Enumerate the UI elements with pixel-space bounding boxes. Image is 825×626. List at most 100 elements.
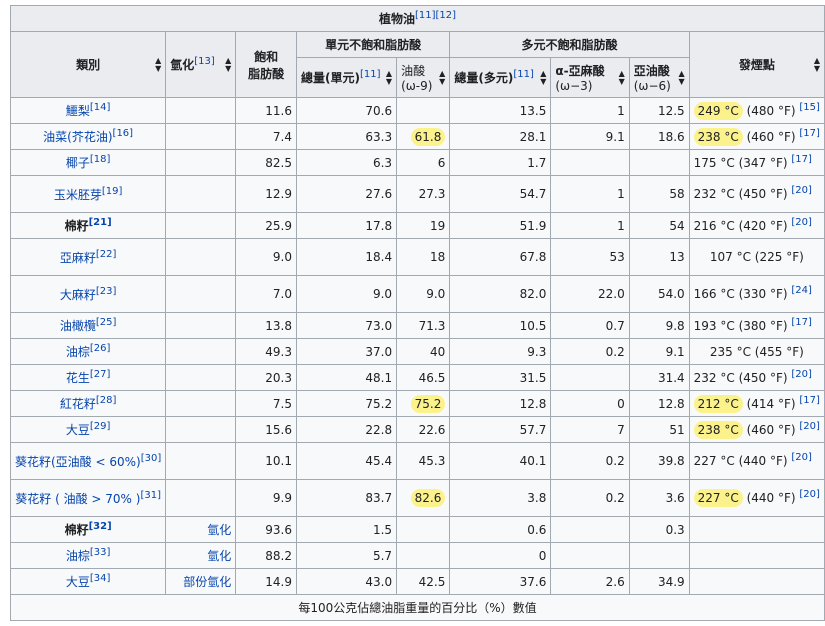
sort-icon[interactable]: ▲ ▼ [225,56,231,73]
citation-ref[interactable]: [32] [89,521,112,532]
cell-hydrogenation[interactable]: 部份氫化 [165,568,237,595]
category-link[interactable]: 油棕 [66,549,90,563]
smoke-point-ref[interactable]: [20] [791,452,812,463]
cell-category[interactable]: 玉米胚芽[19] [9,175,167,213]
cell-category[interactable]: 椰子[18] [9,149,167,176]
cell-hydrogenation[interactable] [165,442,237,480]
caption-refs[interactable]: [11][12] [415,10,456,21]
citation-ref[interactable]: [29] [90,421,111,432]
category-link[interactable]: 油菜(芥花油) [43,130,112,144]
citation-ref[interactable]: [21] [89,217,112,228]
header-mono-total[interactable]: 總量(單元)[11] ▲ ▼ [295,57,398,98]
cell-category[interactable]: 油橄欖[25] [9,312,167,339]
citation-ref[interactable]: [22] [96,249,117,260]
sort-icon[interactable]: ▲ ▼ [679,69,685,86]
citation-ref[interactable]: [34] [90,573,111,584]
category-link[interactable]: 油橄欖 [60,319,96,333]
category-link[interactable]: 葵花籽(亞油酸 < 60%) [15,455,141,469]
header-saturated[interactable]: 飽和 脂肪酸 [235,31,297,98]
sort-icon[interactable]: ▲ ▼ [814,56,820,73]
citation-ref[interactable]: [14] [90,102,111,113]
cell-category[interactable]: 大豆[29] [9,416,167,443]
smoke-point-ref[interactable]: [20] [791,369,812,380]
header-smoke-point[interactable]: 發煙點 ▲ ▼ [688,31,825,98]
smoke-point-ref[interactable]: [20] [799,489,820,500]
category-link[interactable]: 椰子 [66,156,90,170]
cell-category[interactable]: 大豆[34] [9,568,167,595]
citation-ref[interactable]: [26] [90,343,111,354]
cell-hydrogenation[interactable] [165,275,237,313]
citation-ref[interactable]: [30] [141,453,162,464]
sort-icon[interactable]: ▲ ▼ [540,69,546,86]
cell-hydrogenation[interactable] [165,175,237,213]
smoke-point-ref[interactable]: [20] [791,185,812,196]
category-link[interactable]: 大豆 [66,575,90,589]
smoke-point-ref[interactable]: [15] [799,102,820,113]
category-link[interactable]: 油棕 [66,345,90,359]
header-oleic[interactable]: 油酸 (ω-9) ▲ ▼ [396,57,451,98]
smoke-point-ref[interactable]: [24] [791,285,812,296]
sort-icon[interactable]: ▲ ▼ [439,69,445,86]
header-poly-total[interactable]: 總量(多元)[11] ▲ ▼ [449,57,552,98]
category-link[interactable]: 棉籽 [65,523,89,537]
category-link[interactable]: 鱷梨 [66,104,90,118]
citation-ref[interactable]: [23] [96,286,117,297]
citation-ref[interactable]: [18] [90,154,111,165]
category-link[interactable]: 棉籽 [65,219,89,233]
cell-category[interactable]: 油棕[33] [9,542,167,569]
cell-category[interactable]: 紅花籽[28] [9,390,167,417]
citation-ref[interactable]: [27] [90,369,111,380]
cell-category[interactable]: 棉籽[32] [9,516,167,543]
hydrogenation-ref[interactable]: [13] [194,56,215,67]
category-link[interactable]: 大豆 [66,423,90,437]
cell-hydrogenation[interactable] [165,312,237,339]
category-link[interactable]: 葵花籽 ( 油酸 > 70% ) [15,492,140,506]
header-category[interactable]: 類別 ▲ ▼ [9,31,167,98]
cell-hydrogenation[interactable] [165,338,237,365]
cell-hydrogenation[interactable] [165,238,237,276]
cell-hydrogenation[interactable] [165,123,237,150]
citation-ref[interactable]: [28] [96,395,117,406]
cell-category[interactable]: 亞麻籽[22] [9,238,167,276]
citation-ref[interactable]: [31] [140,490,161,501]
cell-category[interactable]: 花生[27] [9,364,167,391]
smoke-point-ref[interactable]: [17] [791,154,812,165]
category-link[interactable]: 花生 [66,371,90,385]
cell-category[interactable]: 油棕[26] [9,338,167,365]
cell-category[interactable]: 大麻籽[23] [9,275,167,313]
header-ala[interactable]: α-亞麻酸 (ω−3) ▲ ▼ [550,57,630,98]
sort-icon[interactable]: ▲ ▼ [619,69,625,86]
category-link[interactable]: 亞麻籽 [60,251,96,265]
header-hydrogenation[interactable]: 氫化[13] ▲ ▼ [165,31,237,98]
smoke-point-ref[interactable]: [20] [799,421,820,432]
cell-category[interactable]: 葵花籽(亞油酸 < 60%)[30] [9,442,167,480]
mono-total-ref[interactable]: [11] [360,69,381,80]
smoke-point-ref[interactable]: [17] [799,395,820,406]
category-link[interactable]: 玉米胚芽 [54,188,102,202]
header-linoleic[interactable]: 亞油酸 (ω−6) ▲ ▼ [628,57,690,98]
sort-icon[interactable]: ▲ ▼ [155,56,161,73]
citation-ref[interactable]: [19] [102,186,123,197]
cell-category[interactable]: 葵花籽 ( 油酸 > 70% )[31] [9,479,167,517]
cell-hydrogenation[interactable] [165,479,237,517]
category-link[interactable]: 紅花籽 [60,397,96,411]
cell-hydrogenation[interactable] [165,364,237,391]
sort-icon[interactable]: ▲ ▼ [386,69,392,86]
cell-category[interactable]: 棉籽[21] [9,212,167,239]
citation-ref[interactable]: [33] [90,547,111,558]
citation-ref[interactable]: [25] [96,317,117,328]
citation-ref[interactable]: [16] [113,128,134,139]
cell-hydrogenation[interactable] [165,212,237,239]
cell-hydrogenation[interactable] [165,390,237,417]
cell-category[interactable]: 鱷梨[14] [9,97,167,124]
smoke-point-ref[interactable]: [17] [791,317,812,328]
category-link[interactable]: 大麻籽 [60,288,96,302]
cell-hydrogenation[interactable]: 氫化 [165,542,237,569]
cell-hydrogenation[interactable] [165,149,237,176]
poly-total-ref[interactable]: [11] [513,69,534,80]
smoke-point-ref[interactable]: [17] [799,128,820,139]
cell-hydrogenation[interactable] [165,97,237,124]
cell-hydrogenation[interactable] [165,416,237,443]
cell-hydrogenation[interactable]: 氫化 [165,516,237,543]
cell-category[interactable]: 油菜(芥花油)[16] [9,123,167,150]
